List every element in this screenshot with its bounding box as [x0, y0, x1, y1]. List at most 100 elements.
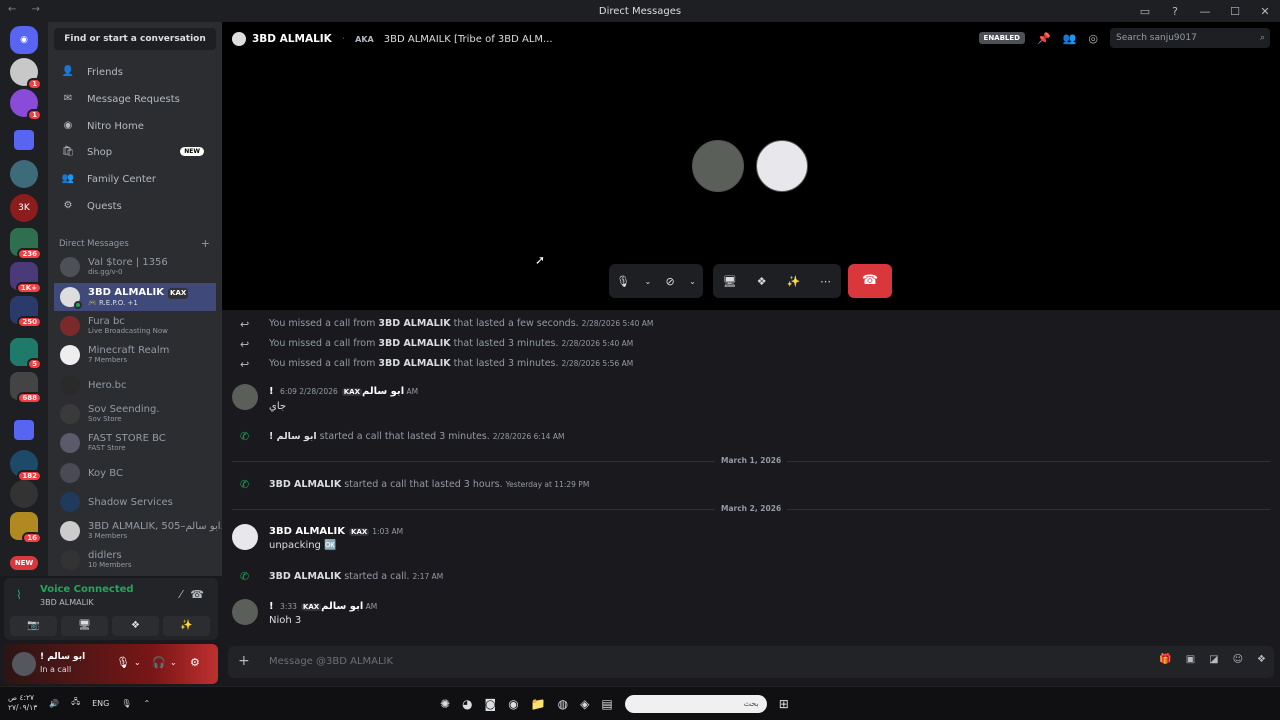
- nav-shop[interactable]: 🛍 Shop NEW: [54, 140, 216, 164]
- server-folder[interactable]: 5: [10, 338, 42, 370]
- message-author[interactable]: ! ابو سالمKAX3:33 AM: [269, 601, 377, 612]
- chevron-up-icon[interactable]: ⌃: [144, 699, 151, 708]
- nav-message-requests[interactable]: ✉ Message Requests: [54, 87, 216, 111]
- folder-icon[interactable]: 📁: [531, 697, 546, 711]
- sticker-icon[interactable]: ◪: [1209, 654, 1218, 665]
- discord-home-icon[interactable]: ◉: [10, 26, 38, 54]
- discord-icon[interactable]: ◉: [508, 697, 518, 711]
- folder-icon[interactable]: [14, 420, 34, 440]
- server-folder[interactable]: 236: [10, 228, 42, 260]
- server-icon[interactable]: [10, 160, 38, 188]
- server-folder[interactable]: 1K+: [10, 262, 42, 294]
- nav-quests[interactable]: ⚙ Quests: [54, 194, 216, 218]
- activities-button[interactable]: ❖: [112, 616, 159, 636]
- dm-item[interactable]: Fura bc Live Broadcasting Now: [54, 312, 216, 340]
- avatar[interactable]: [232, 384, 258, 410]
- soundboard-button[interactable]: ✨: [163, 616, 210, 636]
- message-author[interactable]: 3BD ALMALIK KAX 1:03 AM: [269, 526, 403, 537]
- dm-item[interactable]: Koy BC: [54, 459, 216, 487]
- server-icon[interactable]: 1: [10, 89, 42, 121]
- search-input[interactable]: Search sanju9017 ⌕: [1110, 28, 1270, 48]
- chevron-down-icon[interactable]: ⌄: [134, 658, 141, 667]
- channel-name[interactable]: 3BD ALMALIK: [252, 33, 332, 45]
- create-dm-icon[interactable]: +: [201, 237, 210, 250]
- nav-friends[interactable]: 👤 Friends: [54, 60, 216, 84]
- call-participant-avatar[interactable]: [756, 140, 808, 192]
- screen-share-icon[interactable]: 🖥: [723, 275, 737, 288]
- server-icon[interactable]: [10, 480, 38, 508]
- language-indicator[interactable]: ENG: [92, 699, 109, 708]
- apps-icon[interactable]: ❖: [1257, 654, 1266, 665]
- steam-icon[interactable]: ◕: [462, 697, 472, 711]
- message-input[interactable]: Message @3BD ALMALIK: [269, 656, 393, 667]
- camera-button[interactable]: 📷: [10, 616, 57, 636]
- network-icon[interactable]: 🖧: [71, 696, 80, 710]
- camera-off-icon[interactable]: ⊘: [666, 275, 675, 288]
- folder-icon[interactable]: [14, 130, 34, 150]
- dm-item[interactable]: Hero.bc: [54, 371, 216, 399]
- server-icon[interactable]: 3K: [10, 194, 38, 222]
- app-icon[interactable]: ✺: [440, 697, 450, 711]
- dm-item[interactable]: 3BD ALMALIK, 505–ابو سالم...3 Members: [54, 517, 230, 545]
- gift-icon[interactable]: 🎁: [1159, 654, 1171, 665]
- pin-icon[interactable]: 📌: [1037, 32, 1051, 45]
- inbox-icon[interactable]: ▭: [1130, 5, 1160, 18]
- more-icon[interactable]: ⋯: [820, 275, 831, 288]
- dm-item[interactable]: FAST STORE BC FAST Store: [54, 429, 216, 457]
- server-icon[interactable]: 1: [10, 58, 42, 90]
- server-icon[interactable]: 182: [10, 450, 42, 482]
- screen-share-button[interactable]: 🖥: [61, 616, 108, 636]
- hang-up-button[interactable]: ☎: [848, 264, 892, 298]
- disconnect-icon[interactable]: ☎: [190, 588, 204, 601]
- message-author[interactable]: ! ابو سالمKAX2/28/2026 6:09 AM: [269, 386, 418, 397]
- avatar[interactable]: [232, 524, 258, 550]
- nav-nitro-home[interactable]: ◉ Nitro Home: [54, 114, 216, 138]
- help-icon[interactable]: ?: [1160, 5, 1190, 18]
- minimize-button[interactable]: —: [1190, 5, 1220, 18]
- edge-icon[interactable]: ◍: [558, 697, 568, 711]
- app-icon[interactable]: ◙: [485, 697, 497, 711]
- voice-status[interactable]: Voice Connected: [40, 584, 134, 595]
- noise-suppression-icon[interactable]: ⁄: [180, 588, 182, 601]
- mic-icon[interactable]: 🎙: [616, 275, 630, 288]
- user-profile-icon[interactable]: ◎: [1088, 32, 1098, 45]
- new-badge[interactable]: NEW: [10, 556, 38, 570]
- server-folder[interactable]: 688: [10, 372, 42, 404]
- dm-item[interactable]: Minecraft Realm 7 Members: [54, 341, 216, 369]
- emoji-icon[interactable]: ☺: [1233, 654, 1243, 665]
- avatar[interactable]: [232, 599, 258, 625]
- headphones-icon[interactable]: 🎧: [152, 656, 166, 669]
- clock[interactable]: ٤:٢٧ ص ٢٧/٠٩/١٣: [8, 693, 37, 713]
- chevron-down-icon[interactable]: ⌄: [170, 658, 177, 667]
- windows-start-icon[interactable]: ⊞: [779, 697, 789, 711]
- avatar[interactable]: [12, 652, 36, 676]
- activities-icon[interactable]: ❖: [757, 275, 767, 288]
- attach-plus-icon[interactable]: +: [238, 653, 250, 669]
- app-icon[interactable]: ◈: [580, 697, 589, 711]
- enabled-badge[interactable]: ENABLED: [978, 32, 1025, 44]
- dm-item[interactable]: Val $tore | 1356 dis.gg/v-0: [54, 253, 216, 281]
- mic-icon[interactable]: 🎙: [121, 699, 131, 708]
- dm-item[interactable]: Shadow Services: [54, 488, 216, 516]
- volume-icon[interactable]: 🔊: [49, 699, 59, 708]
- message-composer[interactable]: + Message @3BD ALMALIK 🎁 ▣ ◪ ☺ ❖: [228, 646, 1274, 678]
- soundboard-icon[interactable]: ✨: [786, 275, 800, 288]
- call-participant-avatar[interactable]: [692, 140, 744, 192]
- nav-arrows[interactable]: ← →: [8, 4, 46, 15]
- add-friends-icon[interactable]: 👥: [1063, 32, 1077, 45]
- maximize-button[interactable]: ☐: [1220, 5, 1250, 18]
- gif-icon[interactable]: ▣: [1186, 654, 1195, 665]
- dm-item[interactable]: Sov Seending. Sov Store: [54, 400, 216, 428]
- settings-gear-icon[interactable]: ⚙: [190, 656, 200, 669]
- taskbar-search-input[interactable]: بحث: [624, 695, 767, 713]
- dm-item-active[interactable]: 3BD ALMALIK KAX 🎮 R.E.P.O. +1: [54, 283, 216, 311]
- close-button[interactable]: ✕: [1250, 5, 1280, 18]
- app-icon[interactable]: ▤: [601, 697, 612, 711]
- chevron-down-icon[interactable]: ⌄: [689, 277, 696, 286]
- chevron-down-icon[interactable]: ⌄: [644, 277, 651, 286]
- find-conversation-button[interactable]: Find or start a conversation: [54, 28, 216, 50]
- server-folder[interactable]: 16: [10, 512, 42, 544]
- mic-icon[interactable]: 🎙: [116, 656, 130, 669]
- nav-family-center[interactable]: 👥 Family Center: [54, 167, 216, 191]
- server-folder[interactable]: 250: [10, 296, 42, 328]
